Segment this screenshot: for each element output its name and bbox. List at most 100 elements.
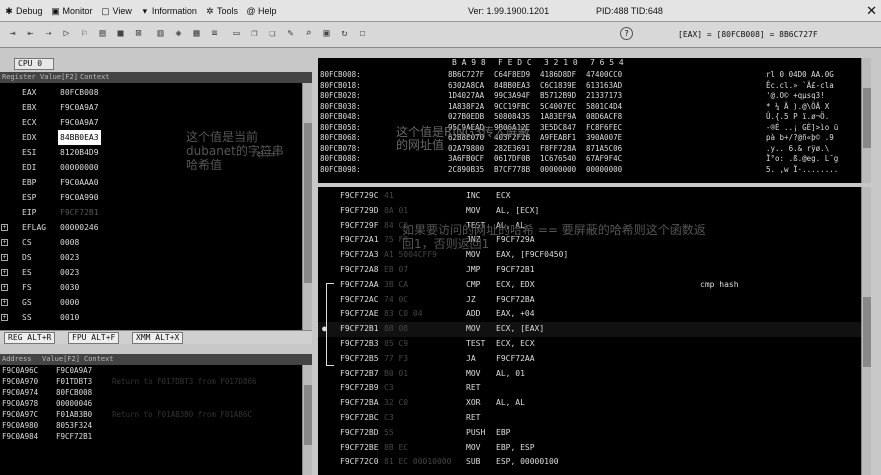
expand-icon[interactable]: + bbox=[1, 284, 8, 291]
disasm-row[interactable]: F9CF72B3 85 C9 TEST ECX, ECX bbox=[318, 337, 871, 352]
window-icon[interactable]: ▥ bbox=[154, 27, 167, 40]
register-row[interactable]: EIP F9CF72B1 bbox=[0, 205, 140, 220]
register-value[interactable]: 00000000 bbox=[60, 160, 99, 175]
register-row[interactable]: ESP F9C0A990 bbox=[0, 190, 140, 205]
register-row[interactable]: EBP F9C0AAA0 bbox=[0, 175, 140, 190]
register-row[interactable]: + SS 0010 bbox=[0, 310, 140, 325]
register-value[interactable]: F9C0A9A7 bbox=[60, 115, 99, 130]
step-over-icon[interactable]: ⇤ bbox=[24, 27, 37, 40]
stack-scrollbar[interactable] bbox=[302, 365, 312, 475]
expand-icon[interactable]: + bbox=[1, 314, 8, 321]
list-icon[interactable]: ≡ bbox=[208, 27, 221, 40]
register-row[interactable]: EBX F9C0A9A7 bbox=[0, 100, 140, 115]
save-icon[interactable]: ▣ bbox=[320, 27, 333, 40]
breakpoint-icon[interactable]: ⚐ bbox=[78, 27, 91, 40]
disasm-row[interactable]: F9CF72A8 EB 07 JMP F9CF72B1 bbox=[318, 263, 871, 278]
tab-reg[interactable]: REG ALT+R bbox=[4, 332, 56, 344]
cancel-icon[interactable]: ⊠ bbox=[132, 27, 145, 40]
step-into-icon[interactable]: ⇥ bbox=[6, 27, 19, 40]
disasm-row[interactable]: F9CF72AA 3B CA CMP ECX, EDX cmp hash bbox=[318, 278, 871, 293]
memory-scrollbar[interactable] bbox=[861, 58, 871, 183]
disasm-row[interactable]: F9CF72AC 74 0C JZ F9CF72BA bbox=[318, 293, 871, 308]
register-row[interactable]: + ES 0023 bbox=[0, 265, 140, 280]
register-value[interactable]: 0000 bbox=[60, 295, 79, 310]
expand-icon[interactable]: + bbox=[1, 254, 8, 261]
memory-row[interactable]: 80FCB008: 8B6C727F C64F8ED9 4186D8DF 47400CC… bbox=[318, 70, 871, 80]
menu-debug[interactable]: ✱ Debug bbox=[0, 6, 47, 16]
stack-value-col-header[interactable]: Value[F2] bbox=[42, 354, 80, 365]
register-value[interactable]: F9C0AAA0 bbox=[60, 175, 99, 190]
register-row[interactable]: EAX 80FCB008 bbox=[0, 85, 140, 100]
memory-row[interactable]: 80FCB018: 6302A8CA 84BB0EA3 C6C1839E 613163A… bbox=[318, 81, 871, 91]
tab-cpu[interactable]: CPU 0 bbox=[14, 58, 54, 70]
options-icon[interactable]: ☐ bbox=[356, 27, 369, 40]
stack-row[interactable]: F9C0A970 F01TDBT3 Return to F017DBT3 from … bbox=[0, 376, 312, 387]
register-value[interactable]: 80FCB008 bbox=[60, 85, 99, 100]
register-row[interactable]: + DS 0023 bbox=[0, 250, 140, 265]
menu-view[interactable]: ▢ View bbox=[97, 6, 136, 16]
menu-monitor[interactable]: ▣ Monitor bbox=[47, 6, 97, 16]
memory-row[interactable]: 80FCB088: 3A6FB0CF 0617DF0B 1C676540 67AF9F4… bbox=[318, 154, 871, 164]
tab-fpu[interactable]: FPU ALT+F bbox=[68, 332, 120, 344]
find-icon[interactable]: ⌕ bbox=[302, 27, 315, 40]
expand-icon[interactable]: + bbox=[1, 299, 8, 306]
register-value[interactable]: F9C0A9A7 bbox=[60, 100, 99, 115]
expand-icon[interactable]: + bbox=[1, 239, 8, 246]
help-button[interactable]: ? bbox=[620, 27, 633, 40]
disassembly-scrollbar[interactable] bbox=[861, 187, 871, 475]
refresh-icon[interactable]: ↻ bbox=[338, 27, 351, 40]
memory-icon[interactable]: ▤ bbox=[96, 27, 109, 40]
memory-row[interactable]: 80FCB048: 027B0EDB 50808435 1A83EF9A 08D6ACF… bbox=[318, 112, 871, 122]
disasm-row[interactable]: F9CF72AE 83 C0 04 ADD EAX, +04 bbox=[318, 307, 871, 322]
stack-row[interactable]: F9C0A978 00000046 bbox=[0, 398, 312, 409]
register-value[interactable]: 0010 bbox=[60, 310, 79, 325]
stack-context-col-header[interactable]: Context bbox=[84, 354, 114, 365]
process-icon[interactable]: ◈ bbox=[172, 27, 185, 40]
register-col-header[interactable]: Register bbox=[2, 72, 36, 83]
page-icon[interactable]: ▭ bbox=[230, 27, 243, 40]
register-row[interactable]: ESI 8120B4D9 bbox=[0, 145, 140, 160]
expand-icon[interactable]: + bbox=[1, 224, 8, 231]
register-row[interactable]: + FS 0030 bbox=[0, 280, 140, 295]
stack-row[interactable]: F9C0A97C F01AB3B0 Return to F01AB3B0 from … bbox=[0, 409, 312, 420]
disasm-row[interactable]: F9CF72B7 B0 01 MOV AL, 01 bbox=[318, 367, 871, 382]
register-row[interactable]: + EFLAG 00000246 bbox=[0, 220, 140, 235]
register-row[interactable]: + CS 0008 bbox=[0, 235, 140, 250]
close-icon[interactable]: ✕ bbox=[866, 3, 877, 19]
menu-tools[interactable]: ✲ Tools bbox=[201, 6, 242, 16]
step-out-icon[interactable]: ⇢ bbox=[42, 27, 55, 40]
menu-information[interactable]: ▾ Information bbox=[136, 6, 201, 16]
context-col-header[interactable]: Context bbox=[80, 72, 110, 83]
edit-icon[interactable]: ✎ bbox=[284, 27, 297, 40]
tab-xmm[interactable]: XMM ALT+X bbox=[132, 332, 184, 344]
disasm-row[interactable]: F9CF72BC C3 RET bbox=[318, 411, 871, 426]
stop-icon[interactable]: ■ bbox=[114, 27, 127, 40]
disasm-row[interactable]: F9CF72BA 32 C0 XOR AL, AL bbox=[318, 396, 871, 411]
disasm-row[interactable]: F9CF72BE 8B EC MOV EBP, ESP bbox=[318, 441, 871, 456]
stack-row[interactable]: F9C0A984 F9CF72B1 bbox=[0, 431, 312, 442]
run-icon[interactable]: ▷ bbox=[60, 27, 73, 40]
register-value[interactable]: 00000246 bbox=[60, 220, 99, 235]
register-value[interactable]: F9CF72B1 bbox=[60, 205, 99, 220]
copy-icon[interactable]: ❐ bbox=[248, 27, 261, 40]
module-icon[interactable]: ▦ bbox=[190, 27, 203, 40]
paste-icon[interactable]: ❏ bbox=[266, 27, 279, 40]
register-value[interactable]: 84BB0EA3 bbox=[58, 130, 101, 145]
disasm-row[interactable]: F9CF729C 41 INC ECX bbox=[318, 189, 871, 204]
value-col-header[interactable]: Value[F2] bbox=[40, 72, 78, 83]
register-value[interactable]: 0030 bbox=[60, 280, 79, 295]
expand-icon[interactable]: + bbox=[1, 269, 8, 276]
register-value[interactable]: F9C0A990 bbox=[60, 190, 99, 205]
memory-row[interactable]: 80FCB038: 1A838F2A 9CC19FBC 5C4007EC 5801C4D… bbox=[318, 102, 871, 112]
register-row[interactable]: + GS 0000 bbox=[0, 295, 140, 310]
stack-row[interactable]: F9C0A96C F9C0A9A7 bbox=[0, 365, 312, 376]
memory-row[interactable]: 80FCB098: 2C890B35 B7CF778B 00000000 0000000… bbox=[318, 165, 871, 175]
register-scrollbar[interactable] bbox=[302, 83, 312, 330]
disasm-row[interactable]: F9CF72B1 8B 08 MOV ECX, [EAX] ● bbox=[318, 322, 871, 337]
register-value[interactable]: 0023 bbox=[60, 250, 79, 265]
disasm-row[interactable]: F9CF72B9 C3 RET bbox=[318, 381, 871, 396]
stack-row[interactable]: F9C0A974 80FCB008 bbox=[0, 387, 312, 398]
disasm-row[interactable]: F9CF72BD 55 PUSH EBP bbox=[318, 426, 871, 441]
register-row[interactable]: EDI 00000000 bbox=[0, 160, 140, 175]
disasm-row[interactable]: F9CF72B5 77 F3 JA F9CF72AA bbox=[318, 352, 871, 367]
